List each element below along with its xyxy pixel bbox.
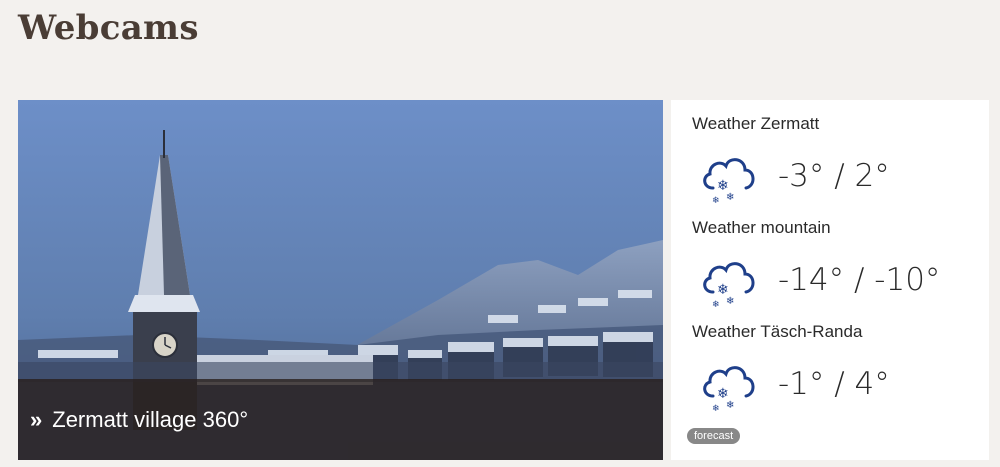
webcam-caption-label: Zermatt village 360°	[52, 406, 249, 432]
svg-text:❄: ❄	[712, 196, 720, 206]
snow-cloud-icon: ❄ ❄ ❄	[703, 366, 755, 414]
forecast-button[interactable]: forecast	[687, 428, 741, 444]
svg-text:❄: ❄	[712, 404, 720, 414]
weather-panel: Weather Zermatt ❄ ❄ ❄ -3° / 2° Weather m…	[671, 100, 989, 460]
svg-text:❄: ❄	[726, 400, 734, 411]
weather-location-mountain: Weather mountain	[692, 218, 831, 237]
webcam-caption[interactable]: » Zermatt village 360°	[18, 379, 663, 460]
svg-text:❄: ❄	[726, 296, 734, 307]
temperature-zermatt: -3° / 2°	[778, 158, 890, 194]
temperature-mountain: -14° / -10°	[778, 262, 941, 298]
weather-location-taesch-randa: Weather Täsch-Randa	[692, 322, 863, 341]
svg-text:❄: ❄	[712, 300, 720, 310]
chevron-right-icon: »	[30, 406, 43, 432]
svg-text:❄: ❄	[726, 192, 734, 203]
page-title: Webcams	[18, 8, 199, 48]
snow-cloud-icon: ❄ ❄ ❄	[703, 262, 755, 310]
weather-location-zermatt: Weather Zermatt	[692, 114, 820, 133]
temperature-taesch-randa: -1° / 4°	[778, 366, 890, 402]
snow-cloud-icon: ❄ ❄ ❄	[703, 158, 755, 206]
webcam-tile-zermatt-village[interactable]: » Zermatt village 360°	[18, 100, 663, 460]
